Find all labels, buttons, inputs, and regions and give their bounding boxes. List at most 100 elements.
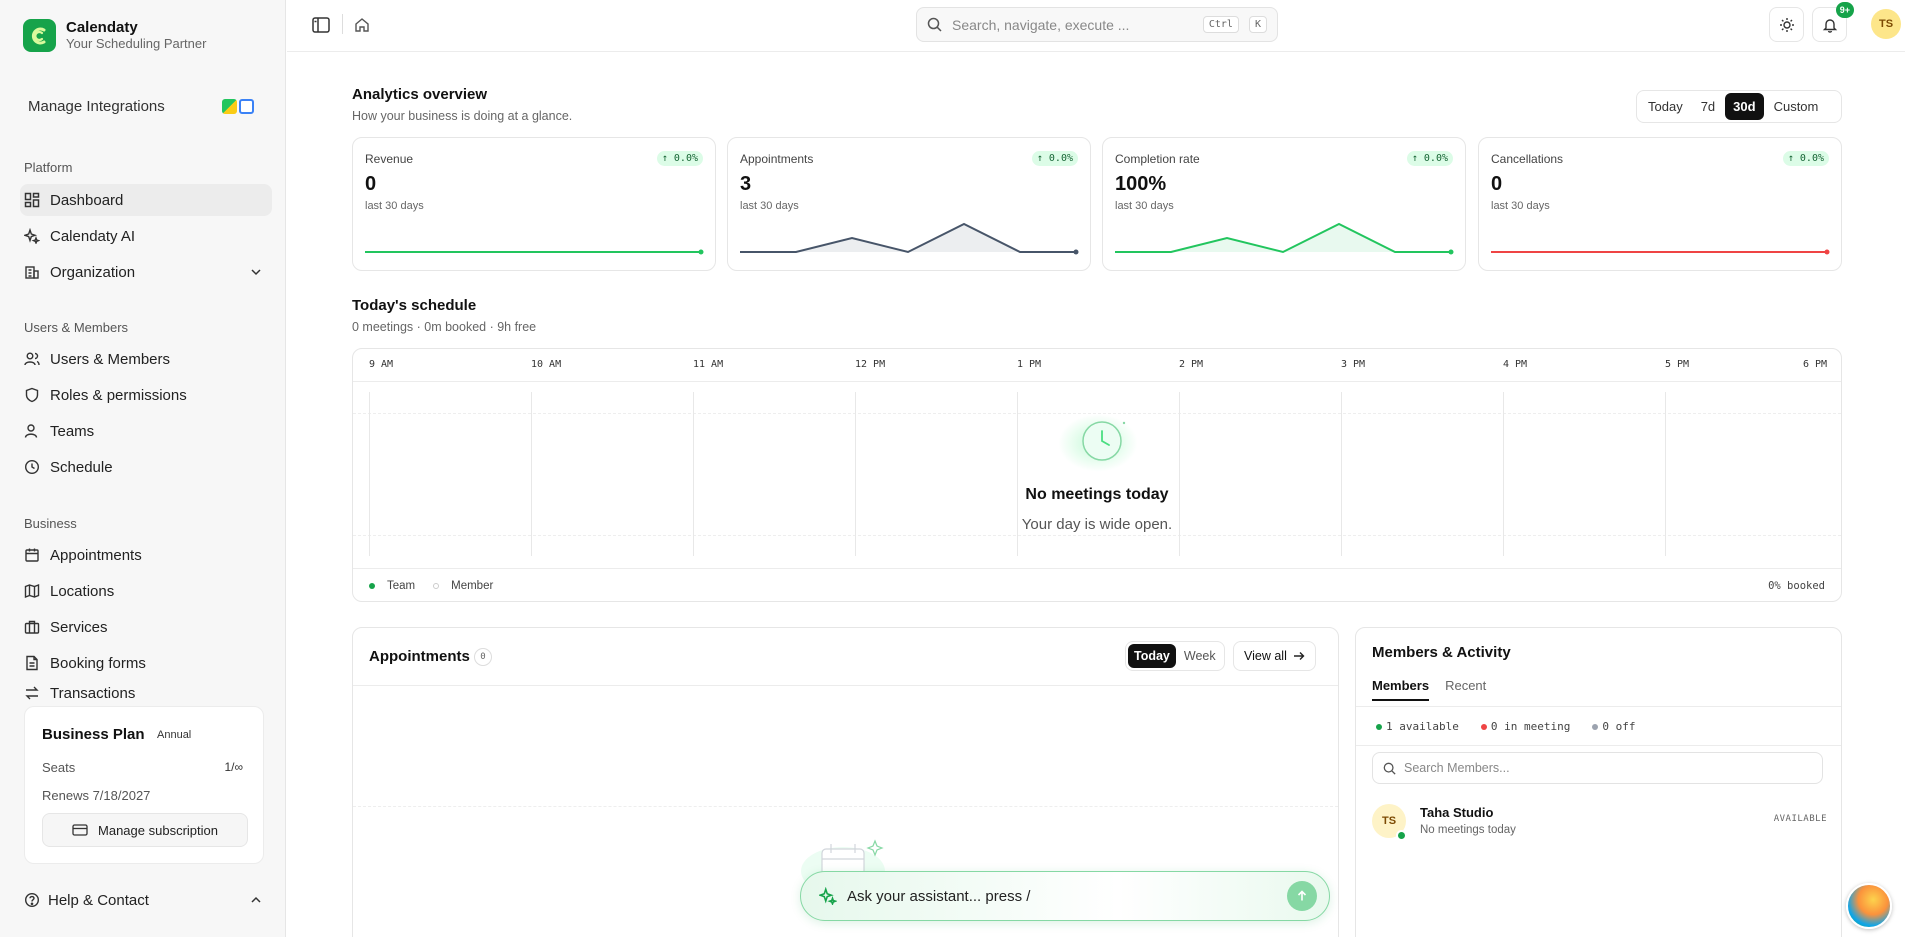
stat-label: 0 off (1602, 719, 1636, 733)
range-custom[interactable]: Custom (1766, 93, 1827, 120)
brand-tagline: Your Scheduling Partner (66, 36, 207, 51)
credit-card-icon (72, 824, 88, 836)
members-activity-panel: Members & Activity Members Recent 1 avai… (1355, 627, 1842, 937)
sidebar: Calendaty Your Scheduling Partner Manage… (0, 0, 286, 937)
sidebar-toggle-icon[interactable] (310, 14, 332, 36)
member-row[interactable]: TS Taha Studio No meetings today AVAILAB… (1372, 802, 1827, 842)
sidebar-item-label: Dashboard (50, 191, 124, 209)
sidebar-item-dashboard[interactable]: Dashboard (20, 184, 272, 216)
search-placeholder: Search, navigate, execute ... (952, 16, 1130, 33)
sparkline-cancellations (1491, 249, 1830, 255)
shield-icon (25, 387, 39, 403)
users-icon (24, 352, 40, 366)
briefcase-icon (24, 620, 40, 634)
sidebar-item-transactions[interactable]: Transactions (20, 683, 272, 703)
stat-label: 0 in meeting (1490, 719, 1571, 733)
sparkline-end-dot (1824, 249, 1830, 255)
sidebar-item-organization[interactable]: Organization (20, 256, 272, 288)
help-contact-button[interactable]: Help & Contact (20, 886, 272, 914)
schedule-title: Today's schedule (352, 297, 477, 314)
home-icon[interactable] (351, 14, 373, 36)
sidebar-item-teams[interactable]: Teams (20, 415, 272, 447)
legend-team-dot (369, 582, 375, 589)
members-search-input[interactable]: Search Members... (1372, 752, 1823, 784)
sidebar-item-calendaty-ai[interactable]: Calendaty AI (20, 220, 272, 252)
sparkline-end-dot (1073, 249, 1079, 255)
team-icon (24, 424, 38, 438)
sidebar-item-roles[interactable]: Roles & permissions (20, 379, 272, 411)
sparkline-revenue (365, 249, 704, 255)
help-contact-label: Help & Contact (48, 891, 149, 909)
bell-icon (1822, 18, 1837, 33)
file-icon (26, 655, 38, 671)
sparkline-line (740, 222, 1076, 254)
assistant-placeholder: Ask your assistant... press / (847, 887, 1031, 905)
stat-label: 1 available (1386, 719, 1459, 733)
sparkline-line (1115, 222, 1451, 254)
range-today[interactable]: Today (1640, 93, 1691, 120)
manage-subscription-button[interactable]: Manage subscription (42, 813, 248, 847)
timeline-hour-label: 3 PM (1341, 359, 1366, 370)
sun-icon (1779, 17, 1794, 32)
members-title: Members & Activity (1372, 644, 1511, 661)
sidebar-item-services[interactable]: Services (20, 611, 272, 643)
theme-toggle-button[interactable] (1769, 7, 1804, 42)
sidebar-item-locations[interactable]: Locations (20, 575, 272, 607)
tab-recent[interactable]: Recent (1445, 678, 1486, 701)
manage-subscription-label: Manage subscription (98, 822, 218, 838)
analytics-subtitle: How your business is doing at a glance. (352, 109, 573, 123)
tab-members[interactable]: Members (1372, 678, 1430, 701)
appointments-header-divider (353, 685, 1338, 686)
metric-card-revenue[interactable]: Revenue ↑ 0.0% 0 last 30 days (352, 137, 716, 271)
global-search-input[interactable]: Search, navigate, execute ... Ctrl K (916, 7, 1278, 42)
manage-integrations-button[interactable]: Manage Integrations (20, 90, 262, 122)
appointments-count-badge: 0 (474, 648, 492, 666)
members-tabs: Members Recent (1372, 678, 1486, 701)
empty-clock-icon (1082, 421, 1126, 461)
range-7d[interactable]: 7d (1693, 93, 1723, 120)
metric-sub: last 30 days (1491, 200, 1550, 212)
timeline-hour-label: 2 PM (1179, 359, 1204, 370)
sidebar-item-users-members[interactable]: Users & Members (20, 343, 272, 375)
calendar-icon (25, 548, 39, 562)
metric-card-completion[interactable]: Completion rate ↑ 0.0% 100% last 30 days (1102, 137, 1466, 271)
plan-renews: Renews 7/18/2027 (42, 788, 151, 803)
timeline-hour-label: 5 PM (1665, 359, 1690, 370)
sidebar-item-label: Users & Members (50, 350, 171, 368)
help-widget-icon[interactable] (1846, 883, 1892, 929)
sidebar-item-schedule[interactable]: Schedule (20, 451, 272, 483)
sparkles-icon (819, 887, 837, 905)
range-30d[interactable]: 30d (1725, 93, 1764, 120)
plan-seats-label: Seats (42, 760, 76, 775)
notifications-button[interactable]: 9+ (1812, 2, 1854, 42)
brand-name: Calendaty (66, 19, 138, 36)
tab-week[interactable]: Week (1178, 644, 1222, 668)
schedule-timeline: 9 AM 10 AM 11 AM 12 PM 1 PM 2 PM 3 PM 4 PM 5 PM 6… (352, 348, 1842, 602)
view-all-button[interactable]: View all (1233, 641, 1316, 671)
sidebar-item-booking-forms[interactable]: Booking forms (20, 647, 272, 679)
stat-off: 0 off (1592, 720, 1635, 733)
map-icon (24, 583, 40, 599)
chevron-up-icon (251, 896, 261, 903)
sidebar-item-label: Locations (50, 582, 115, 600)
legend-team: Team (387, 579, 416, 592)
sidebar-item-label: Schedule (50, 458, 113, 476)
metric-card-cancellations[interactable]: Cancellations ↑ 0.0% 0 last 30 days (1478, 137, 1842, 271)
stat-in-meeting: 0 in meeting (1480, 719, 1571, 733)
assistant-send-button[interactable] (1287, 881, 1317, 911)
metric-sub: last 30 days (740, 200, 799, 212)
sidebar-item-appointments[interactable]: Appointments (20, 539, 272, 571)
member-status: AVAILABLE (1773, 814, 1827, 824)
assistant-input[interactable]: Ask your assistant... press / (800, 871, 1330, 921)
notifications-badge: 9+ (1835, 2, 1854, 18)
metric-card-appointments[interactable]: Appointments ↑ 0.0% 3 last 30 days (727, 137, 1091, 271)
google-calendar-icon (239, 98, 254, 114)
user-avatar[interactable]: TS (1871, 9, 1901, 39)
help-circle-icon (24, 892, 40, 908)
metric-delta: ↑ 0.0% (656, 151, 703, 166)
plan-badge: Annual (157, 729, 192, 741)
chevron-down-icon[interactable] (250, 266, 262, 278)
brand[interactable]: Calendaty Your Scheduling Partner (23, 19, 206, 52)
metric-value: 0 (1491, 173, 1503, 195)
tab-today[interactable]: Today (1128, 644, 1176, 668)
